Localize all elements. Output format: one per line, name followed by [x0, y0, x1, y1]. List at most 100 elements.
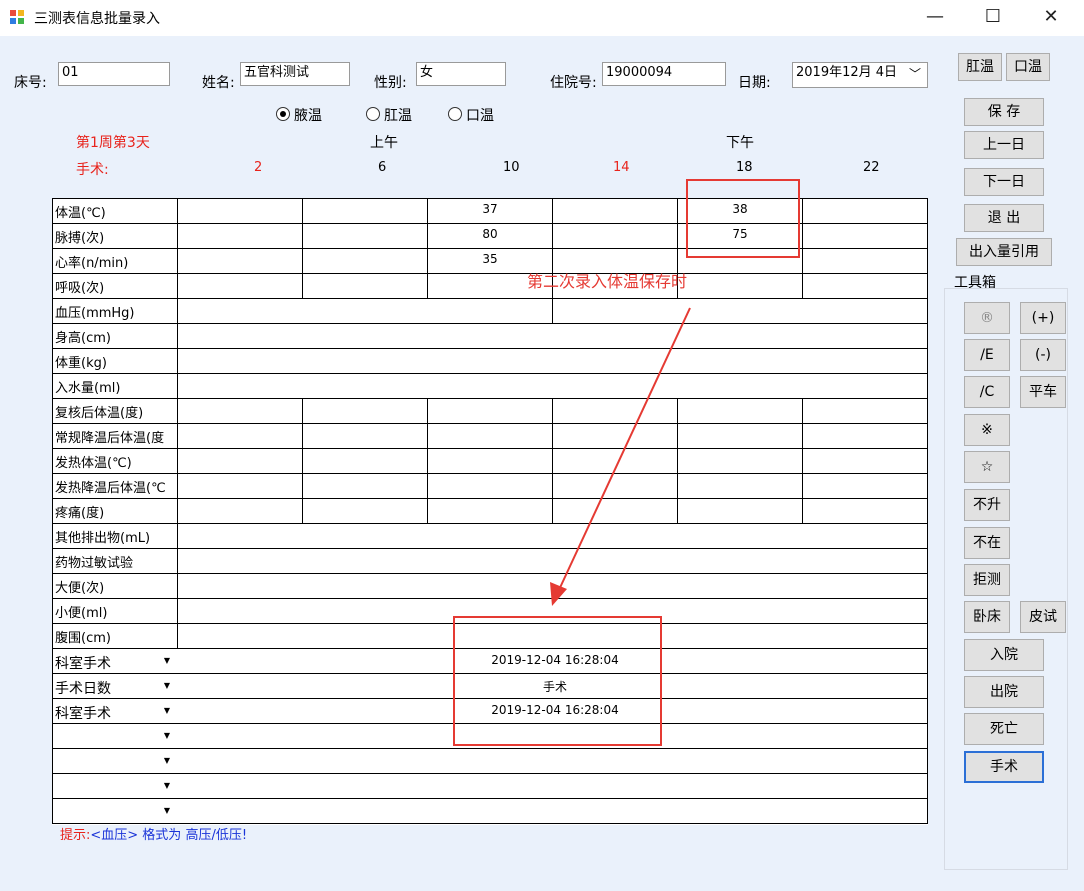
minus-mark-button[interactable]: (-)	[1020, 339, 1066, 371]
dropdown-arrow-icon[interactable]: ▼	[156, 674, 178, 698]
annotation-arrow	[550, 307, 691, 606]
patient-name-field[interactable]: 五官科测试	[240, 62, 350, 86]
row-label: 身高(cm)	[55, 331, 111, 346]
slash-c-button[interactable]: /C	[964, 376, 1010, 408]
annotation-box-temperature	[686, 179, 800, 258]
grid-line	[52, 773, 928, 774]
absent-button[interactable]: 不在	[964, 527, 1010, 559]
grid-line	[52, 448, 928, 449]
event-type-combo[interactable]: 手术日数 ▼	[52, 674, 178, 699]
hour-10: 10	[503, 160, 520, 175]
cell-value: 35	[482, 252, 498, 266]
event-type-combo[interactable]: ▼	[52, 799, 178, 824]
dropdown-arrow-icon[interactable]: ▼	[156, 749, 178, 773]
hour-22: 22	[863, 160, 880, 175]
date-picker[interactable]: 2019年12月 4日 ﹀	[792, 62, 928, 88]
bedridden-button[interactable]: 卧床	[964, 601, 1010, 633]
slash-e-button[interactable]: /E	[964, 339, 1010, 371]
save-button[interactable]: 保 存	[964, 98, 1044, 126]
surgery-label: 手术:	[76, 162, 109, 178]
grid-line	[52, 298, 928, 299]
row-label: 体重(kg)	[55, 356, 107, 371]
event-type-combo[interactable]: ▼	[52, 724, 178, 749]
dropdown-arrow-icon[interactable]: ▼	[156, 649, 178, 673]
dropdown-arrow-icon[interactable]: ▼	[156, 724, 178, 748]
cell-value: 80	[482, 227, 498, 241]
event-type-combo[interactable]: 科室手术 ▼	[52, 649, 178, 674]
admission-number-field[interactable]: 19000094	[602, 62, 726, 86]
am-label: 上午	[370, 135, 398, 151]
previous-day-button[interactable]: 上一日	[964, 131, 1044, 159]
dropdown-arrow-icon[interactable]: ▼	[156, 774, 178, 798]
grid-line	[302, 473, 303, 498]
grid-line	[302, 448, 303, 473]
annotation-box-events	[453, 616, 662, 746]
grid-line	[302, 423, 303, 448]
row-label: 心率(n/min)	[55, 256, 129, 271]
radio-selected-icon	[276, 107, 290, 121]
registered-mark-button[interactable]: ®	[964, 302, 1010, 334]
radio-unselected-icon	[366, 107, 380, 121]
grid-line	[52, 323, 928, 324]
skin-test-button[interactable]: 皮试	[1020, 601, 1066, 633]
gender-field[interactable]: 女	[416, 62, 506, 86]
admission-label: 住院号:	[550, 75, 597, 91]
radio-oral[interactable]: 口温	[448, 105, 494, 125]
window-title: 三测表信息批量录入	[34, 11, 160, 27]
reference-mark-button[interactable]: ※	[964, 414, 1010, 446]
dropdown-arrow-icon[interactable]: ▼	[156, 799, 178, 823]
radio-rectal-label: 肛温	[384, 108, 412, 124]
row-label: 药物过敏试验	[55, 556, 134, 571]
row-label: 呼吸(次)	[55, 281, 105, 296]
stretcher-button[interactable]: 平车	[1020, 376, 1066, 408]
exit-button[interactable]: 退 出	[964, 204, 1044, 232]
radio-rectal[interactable]: 肛温	[366, 105, 412, 125]
grid-line	[302, 498, 303, 523]
row-label: 体温(℃)	[55, 206, 106, 221]
row-label: 其他排出物(mL)	[55, 531, 151, 546]
rectal-temp-button[interactable]: 肛温	[958, 53, 1002, 81]
row-label: 发热降温后体温(℃	[55, 481, 166, 496]
event-type-combo[interactable]: ▼	[52, 774, 178, 799]
maximize-button[interactable]: ☐	[970, 0, 1016, 36]
not-rising-button[interactable]: 不升	[964, 489, 1010, 521]
star-button[interactable]: ☆	[964, 451, 1010, 483]
date-label: 日期:	[738, 75, 771, 91]
plus-mark-button[interactable]: (+)	[1020, 302, 1066, 334]
grid-line	[802, 448, 803, 473]
radio-oral-label: 口温	[466, 108, 494, 124]
gender-label: 性别:	[374, 75, 407, 91]
next-day-button[interactable]: 下一日	[964, 168, 1044, 196]
row-label: 复核后体温(度)	[55, 406, 144, 421]
row-label: 常规降温后体温(度	[55, 431, 165, 446]
event-type-combo[interactable]: ▼	[52, 749, 178, 774]
event-type-text: 手术日数	[55, 681, 111, 697]
grid-line	[802, 198, 803, 223]
pm-label: 下午	[726, 135, 754, 151]
cell-value: 37	[482, 202, 498, 216]
annotation-text: 第二次录入体温保存时	[527, 272, 688, 291]
discharge-button[interactable]: 出院	[964, 676, 1044, 708]
death-button[interactable]: 死亡	[964, 713, 1044, 745]
admission-button[interactable]: 入院	[964, 639, 1044, 671]
grid-line	[427, 473, 428, 498]
oral-temp-button[interactable]: 口温	[1006, 53, 1050, 81]
dropdown-arrow-icon[interactable]: ▼	[156, 699, 178, 723]
minimize-button[interactable]: —	[912, 0, 958, 36]
grid-line	[52, 348, 928, 349]
grid-line	[52, 798, 928, 799]
grid-line	[802, 223, 803, 248]
close-button[interactable]: ✕	[1028, 0, 1074, 36]
refused-button[interactable]: 拒测	[964, 564, 1010, 596]
hint-text: <血压> 格式为 高压/低压!	[90, 828, 248, 843]
event-type-combo[interactable]: 科室手术 ▼	[52, 699, 178, 724]
bed-label: 床号:	[14, 75, 47, 91]
hour-18: 18	[736, 160, 753, 175]
chevron-down-icon[interactable]: ﹀	[909, 65, 921, 83]
surgery-button[interactable]: 手术	[964, 751, 1044, 783]
bed-number-field[interactable]: 01	[58, 62, 170, 86]
grid-line	[802, 248, 803, 273]
intake-output-reference-button[interactable]: 出入量引用	[956, 238, 1052, 266]
radio-axillary[interactable]: 腋温	[276, 105, 322, 125]
event-type-text: 科室手术	[55, 656, 111, 672]
